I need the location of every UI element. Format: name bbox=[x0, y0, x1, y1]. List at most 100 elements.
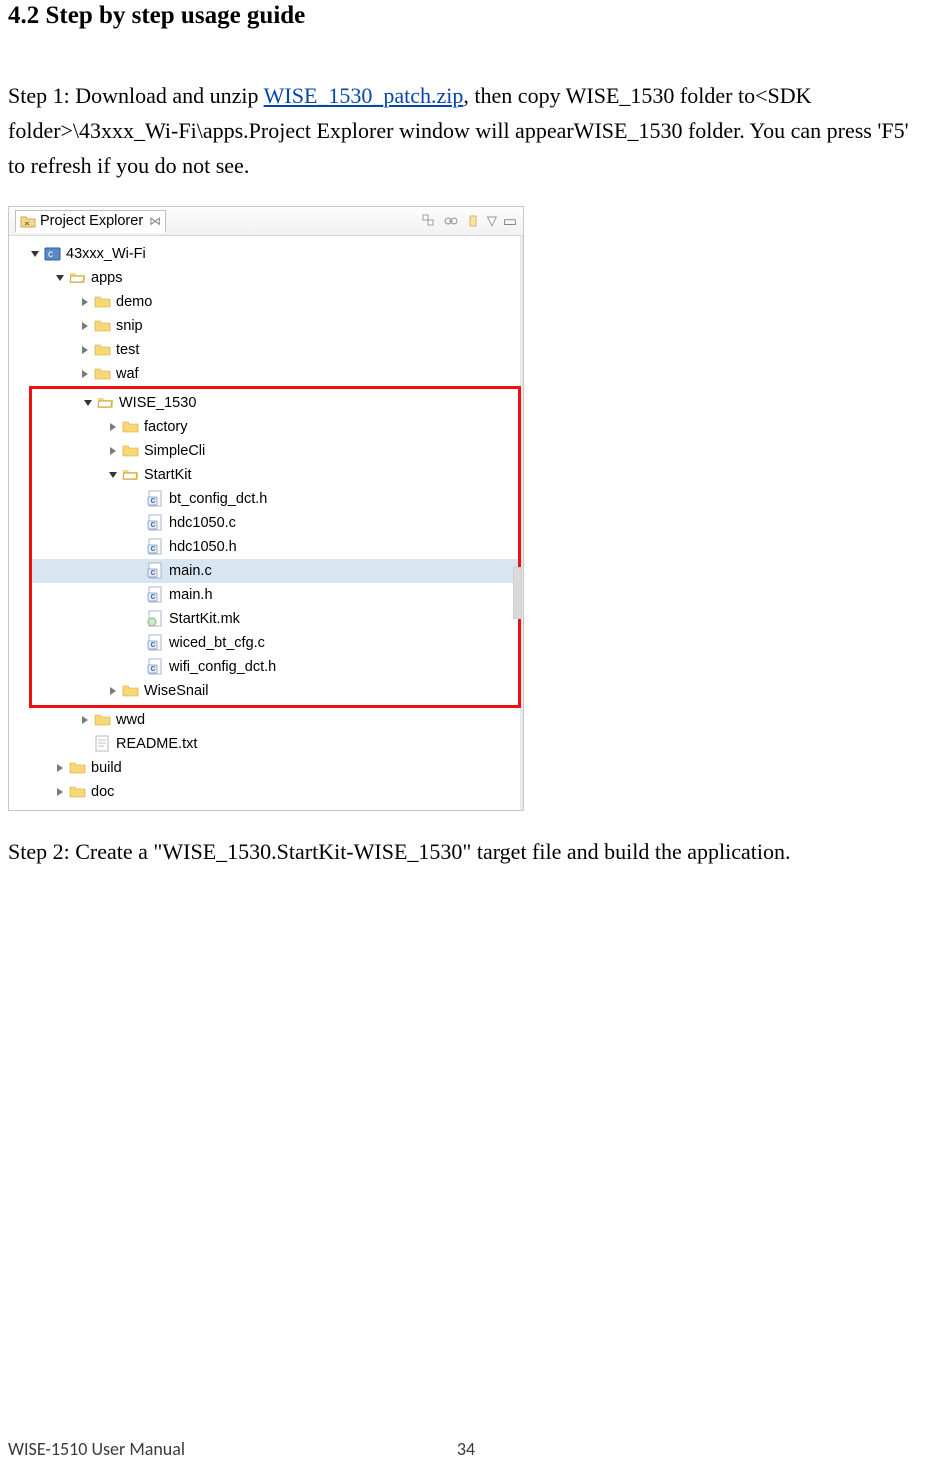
folder-icon bbox=[69, 759, 86, 776]
tree-item[interactable]: WiseSnail bbox=[32, 679, 518, 703]
tree-item[interactable]: SimpleCli bbox=[32, 439, 518, 463]
tree-item[interactable]: build bbox=[29, 756, 521, 780]
svg-text:c: c bbox=[48, 249, 53, 260]
chevron-right-icon[interactable] bbox=[79, 714, 91, 726]
tree-item-root[interactable]: c 43xxx_Wi-Fi bbox=[29, 242, 521, 266]
tree-label: SimpleCli bbox=[142, 443, 205, 459]
project-explorer-header: Project Explorer ⋈ ▽ ▭ bbox=[9, 207, 523, 236]
tree-label: wwd bbox=[114, 712, 145, 728]
folder-open-icon bbox=[97, 394, 114, 411]
folder-icon bbox=[94, 293, 111, 310]
svg-text:c: c bbox=[151, 567, 156, 577]
c-file-icon: c bbox=[147, 490, 164, 507]
folder-icon bbox=[122, 682, 139, 699]
text-file-icon bbox=[94, 735, 111, 752]
tree-label: factory bbox=[142, 419, 188, 435]
tree-label: StartKit.mk bbox=[167, 611, 240, 627]
scrollbar-thumb[interactable] bbox=[513, 567, 522, 619]
chevron-right-icon[interactable] bbox=[54, 762, 66, 774]
tree-label: main.h bbox=[167, 587, 213, 603]
project-explorer-tab[interactable]: Project Explorer ⋈ bbox=[15, 210, 166, 233]
chevron-right-icon[interactable] bbox=[79, 296, 91, 308]
chevron-right-icon[interactable] bbox=[107, 445, 119, 457]
tree-item[interactable]: factory bbox=[32, 415, 518, 439]
folder-icon bbox=[94, 711, 111, 728]
c-file-icon: c bbox=[147, 514, 164, 531]
folder-icon bbox=[122, 418, 139, 435]
focus-icon[interactable] bbox=[465, 213, 481, 229]
tree-label: waf bbox=[114, 366, 139, 382]
tree-item-file[interactable]: chdc1050.c bbox=[32, 511, 518, 535]
patch-zip-link[interactable]: WISE_1530_patch.zip bbox=[264, 83, 464, 108]
chevron-right-icon[interactable] bbox=[79, 320, 91, 332]
tree-item-file[interactable]: c bt_config_dct.h bbox=[32, 487, 518, 511]
tree-item[interactable]: doc bbox=[29, 780, 521, 804]
minimize-icon[interactable]: ▭ bbox=[503, 212, 517, 230]
project-explorer-tab-label: Project Explorer bbox=[40, 213, 143, 229]
tree-label: wiced_bt_cfg.c bbox=[167, 635, 265, 651]
page-footer: WISE-1510 User Manual 34 bbox=[8, 1438, 924, 1460]
folder-open-icon bbox=[69, 269, 86, 286]
tree-item-wise1530[interactable]: WISE_1530 bbox=[32, 391, 518, 415]
svg-text:c: c bbox=[151, 495, 156, 505]
tree-item-file[interactable]: cwiced_bt_cfg.c bbox=[32, 631, 518, 655]
folder-icon bbox=[122, 442, 139, 459]
tree-item-file[interactable]: chdc1050.h bbox=[32, 535, 518, 559]
collapse-all-icon[interactable] bbox=[421, 213, 437, 229]
chevron-down-icon[interactable] bbox=[82, 397, 94, 409]
step2-paragraph: Step 2: Create a "WISE_1530.StartKit-WIS… bbox=[8, 839, 924, 865]
chevron-down-icon[interactable] bbox=[29, 248, 41, 260]
folder-open-icon bbox=[122, 466, 139, 483]
tree-label: apps bbox=[89, 270, 122, 286]
tree-item-apps[interactable]: apps bbox=[29, 266, 521, 290]
footer-page-number: 34 bbox=[426, 1438, 506, 1460]
chevron-right-icon[interactable] bbox=[107, 421, 119, 433]
tree-item-file-selected[interactable]: c main.c bbox=[32, 559, 518, 583]
mk-file-icon bbox=[147, 610, 164, 627]
tree-label: doc bbox=[89, 784, 114, 800]
view-menu-icon[interactable]: ▽ bbox=[487, 213, 497, 229]
chevron-right-icon[interactable] bbox=[79, 344, 91, 356]
project-icon: c bbox=[44, 245, 61, 262]
c-file-icon: c bbox=[147, 634, 164, 651]
folder-icon bbox=[94, 365, 111, 382]
tree-label: 43xxx_Wi-Fi bbox=[64, 246, 146, 262]
chevron-right-icon[interactable] bbox=[107, 685, 119, 697]
tree-item[interactable]: waf bbox=[29, 362, 521, 386]
tree-item-startkit[interactable]: StartKit bbox=[32, 463, 518, 487]
chevron-right-icon[interactable] bbox=[79, 368, 91, 380]
folder-icon bbox=[94, 317, 111, 334]
c-file-icon: c bbox=[147, 562, 164, 579]
c-file-icon: c bbox=[147, 538, 164, 555]
tree-label: test bbox=[114, 342, 139, 358]
svg-text:c: c bbox=[151, 519, 156, 529]
tree-label: hdc1050.h bbox=[167, 539, 237, 555]
tree-item-file[interactable]: cwifi_config_dct.h bbox=[32, 655, 518, 679]
tree-label: snip bbox=[114, 318, 143, 334]
tree-item[interactable]: wwd bbox=[29, 708, 521, 732]
highlighted-region: WISE_1530 factory SimpleCli StartKit c bt… bbox=[29, 386, 521, 708]
section-heading: 4.2 Step by step usage guide bbox=[8, 0, 924, 30]
chevron-right-icon[interactable] bbox=[54, 786, 66, 798]
tree-item[interactable]: snip bbox=[29, 314, 521, 338]
tab-pin-icon[interactable]: ⋈ bbox=[149, 214, 161, 228]
chevron-down-icon[interactable] bbox=[54, 272, 66, 284]
tree-item-file[interactable]: README.txt bbox=[29, 732, 521, 756]
tree-label: bt_config_dct.h bbox=[167, 491, 267, 507]
nav-folder-icon bbox=[20, 213, 36, 229]
tree-label: build bbox=[89, 760, 122, 776]
tree-label: WISE_1530 bbox=[117, 395, 196, 411]
link-with-editor-icon[interactable] bbox=[443, 213, 459, 229]
project-tree: c 43xxx_Wi-Fi apps demo snip test waf WI… bbox=[9, 236, 523, 810]
chevron-down-icon[interactable] bbox=[107, 469, 119, 481]
svg-text:c: c bbox=[151, 591, 156, 601]
tree-item-file[interactable]: StartKit.mk bbox=[32, 607, 518, 631]
footer-doc-title: WISE-1510 User Manual bbox=[8, 1438, 185, 1460]
tree-item[interactable]: test bbox=[29, 338, 521, 362]
step1-prefix: Step 1: Download and unzip bbox=[8, 83, 264, 108]
tree-item[interactable]: demo bbox=[29, 290, 521, 314]
c-file-icon: c bbox=[147, 658, 164, 675]
tree-item-file[interactable]: c main.h bbox=[32, 583, 518, 607]
tree-label: main.c bbox=[167, 563, 212, 579]
tree-label: wifi_config_dct.h bbox=[167, 659, 276, 675]
